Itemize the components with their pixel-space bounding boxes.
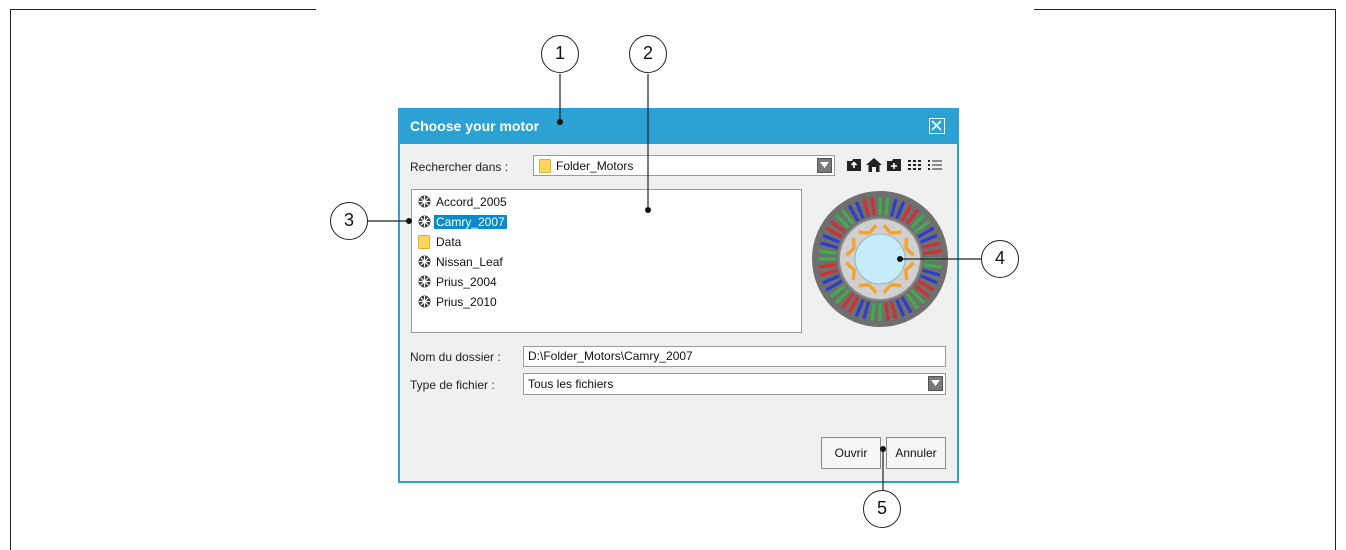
callout-2: 2 xyxy=(629,35,667,73)
callout-3: 3 xyxy=(330,202,368,240)
callout-5: 5 xyxy=(863,490,901,528)
callout-1: 1 xyxy=(541,35,579,73)
callout-leader-lines xyxy=(368,74,981,490)
callout-4: 4 xyxy=(981,240,1019,278)
